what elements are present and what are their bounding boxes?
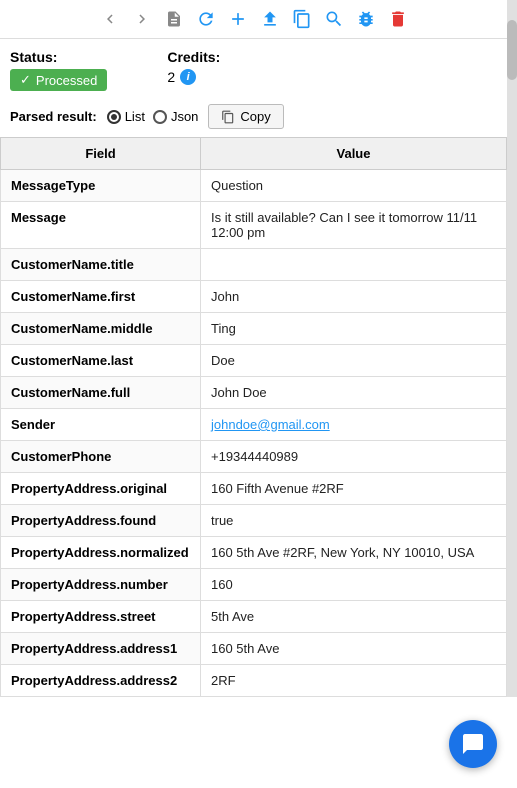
refresh-icon[interactable]: [195, 8, 217, 30]
table-row: PropertyAddress.normalized160 5th Ave #2…: [1, 537, 507, 569]
credits-section: Credits: 2 i: [167, 49, 220, 85]
table-row: PropertyAddress.street5th Ave: [1, 601, 507, 633]
value-cell: +19344440989: [201, 441, 507, 473]
table-row: CustomerName.lastDoe: [1, 345, 507, 377]
field-cell: Message: [1, 202, 201, 249]
value-cell: John Doe: [201, 377, 507, 409]
value-cell: true: [201, 505, 507, 537]
credits-label: Credits:: [167, 49, 220, 65]
field-cell: CustomerPhone: [1, 441, 201, 473]
status-badge-text: Processed: [36, 73, 97, 88]
list-radio-circle: [107, 110, 121, 124]
json-radio-label: Json: [171, 109, 198, 124]
field-cell: CustomerName.title: [1, 249, 201, 281]
value-cell: Question: [201, 170, 507, 202]
field-cell: PropertyAddress.normalized: [1, 537, 201, 569]
upload-icon[interactable]: [259, 8, 281, 30]
page-wrapper: Status: ✓ Processed Credits: 2 i Parsed …: [0, 0, 517, 697]
copy-button[interactable]: Copy: [208, 104, 283, 129]
table-row: MessageTypeQuestion: [1, 170, 507, 202]
info-icon[interactable]: i: [180, 69, 196, 85]
main-content: Status: ✓ Processed Credits: 2 i Parsed …: [0, 0, 507, 697]
table-header-row: Field Value: [1, 138, 507, 170]
parsed-result-row: Parsed result: List Json Copy: [0, 96, 507, 137]
table-row: PropertyAddress.address22RF: [1, 665, 507, 697]
value-cell: johndoe@gmail.com: [201, 409, 507, 441]
value-cell: Doe: [201, 345, 507, 377]
forward-arrow-icon[interactable]: [131, 8, 153, 30]
list-radio-option[interactable]: List: [107, 109, 145, 124]
back-arrow-icon[interactable]: [99, 8, 121, 30]
value-column-header: Value: [201, 138, 507, 170]
document-icon[interactable]: [163, 8, 185, 30]
copy-label: Copy: [240, 109, 270, 124]
credits-value: 2 i: [167, 69, 220, 85]
field-cell: MessageType: [1, 170, 201, 202]
json-radio-option[interactable]: Json: [153, 109, 198, 124]
link-value[interactable]: johndoe@gmail.com: [211, 417, 330, 432]
table-row: MessageIs it still available? Can I see …: [1, 202, 507, 249]
table-row: CustomerName.title: [1, 249, 507, 281]
value-cell: 160 5th Ave: [201, 633, 507, 665]
field-cell: CustomerName.first: [1, 281, 201, 313]
field-column-header: Field: [1, 138, 201, 170]
list-radio-label: List: [125, 109, 145, 124]
value-cell: Is it still available? Can I see it tomo…: [201, 202, 507, 249]
bug-icon[interactable]: [355, 8, 377, 30]
status-row: Status: ✓ Processed Credits: 2 i: [0, 39, 507, 96]
table-row: CustomerName.middleTing: [1, 313, 507, 345]
table-row: CustomerPhone+19344440989: [1, 441, 507, 473]
json-radio-circle: [153, 110, 167, 124]
table-row: Sender johndoe@gmail.com: [1, 409, 507, 441]
table-row: PropertyAddress.address1160 5th Ave: [1, 633, 507, 665]
value-cell: 160 Fifth Avenue #2RF: [201, 473, 507, 505]
table-row: CustomerName.firstJohn: [1, 281, 507, 313]
table-row: PropertyAddress.original160 Fifth Avenue…: [1, 473, 507, 505]
value-cell: John: [201, 281, 507, 313]
table-container: Field Value MessageTypeQuestionMessageIs…: [0, 137, 507, 697]
toolbar: [0, 0, 507, 39]
field-cell: PropertyAddress.found: [1, 505, 201, 537]
scrollbar-thumb[interactable]: [507, 20, 517, 80]
field-cell: PropertyAddress.address2: [1, 665, 201, 697]
table-row: CustomerName.fullJohn Doe: [1, 377, 507, 409]
field-cell: PropertyAddress.street: [1, 601, 201, 633]
add-icon[interactable]: [227, 8, 249, 30]
value-cell: 160 5th Ave #2RF, New York, NY 10010, US…: [201, 537, 507, 569]
value-cell: 5th Ave: [201, 601, 507, 633]
value-cell: 2RF: [201, 665, 507, 697]
field-cell: PropertyAddress.address1: [1, 633, 201, 665]
copy-toolbar-icon[interactable]: [291, 8, 313, 30]
status-badge: ✓ Processed: [10, 69, 107, 91]
value-cell: Ting: [201, 313, 507, 345]
check-mark: ✓: [20, 72, 31, 88]
radio-group: List Json: [107, 109, 199, 124]
value-cell: [201, 249, 507, 281]
scrollbar[interactable]: [507, 0, 517, 697]
field-cell: CustomerName.middle: [1, 313, 201, 345]
status-section: Status: ✓ Processed: [10, 49, 107, 91]
field-cell: PropertyAddress.original: [1, 473, 201, 505]
field-cell: CustomerName.last: [1, 345, 201, 377]
status-label: Status:: [10, 49, 107, 65]
parsed-result-label: Parsed result:: [10, 109, 97, 124]
delete-icon[interactable]: [387, 8, 409, 30]
field-cell: PropertyAddress.number: [1, 569, 201, 601]
chat-button[interactable]: [449, 720, 497, 768]
search-icon[interactable]: [323, 8, 345, 30]
field-cell: CustomerName.full: [1, 377, 201, 409]
value-cell: 160: [201, 569, 507, 601]
table-row: PropertyAddress.number160: [1, 569, 507, 601]
credits-number: 2: [167, 69, 175, 85]
table-row: PropertyAddress.foundtrue: [1, 505, 507, 537]
field-cell: Sender: [1, 409, 201, 441]
data-table: Field Value MessageTypeQuestionMessageIs…: [0, 137, 507, 697]
